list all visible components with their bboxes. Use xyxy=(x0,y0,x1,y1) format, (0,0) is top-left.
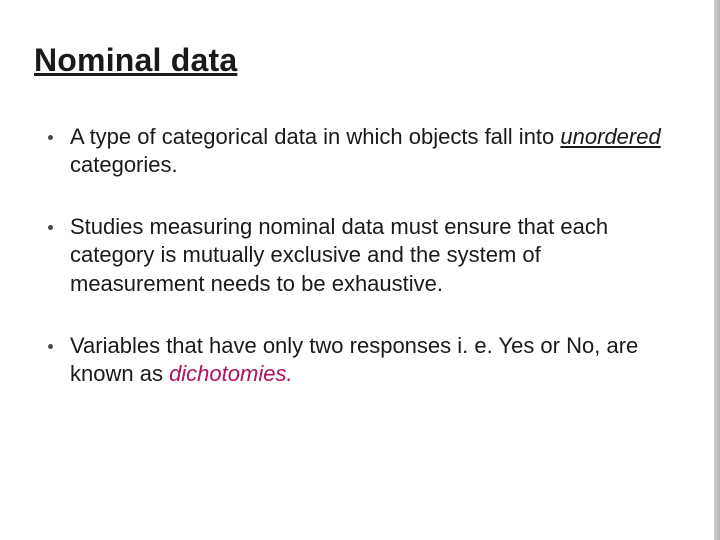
bullet-emphasis: dichotomies. xyxy=(169,361,293,386)
bullet-text-post: categories. xyxy=(70,152,178,177)
bullet-text-pre: Variables that have only two responses i… xyxy=(70,333,638,386)
slide: Nominal data A type of categorical data … xyxy=(0,0,720,540)
bullet-emphasis: unordered xyxy=(560,124,660,149)
bullet-list: A type of categorical data in which obje… xyxy=(34,123,672,388)
list-item: Variables that have only two responses i… xyxy=(48,332,672,388)
list-item: Studies measuring nominal data must ensu… xyxy=(48,213,672,297)
bullet-text-pre: A type of categorical data in which obje… xyxy=(70,124,560,149)
bullet-text-pre: Studies measuring nominal data must ensu… xyxy=(70,214,608,295)
right-edge-bar xyxy=(714,0,720,540)
slide-title: Nominal data xyxy=(34,42,672,79)
list-item: A type of categorical data in which obje… xyxy=(48,123,672,179)
